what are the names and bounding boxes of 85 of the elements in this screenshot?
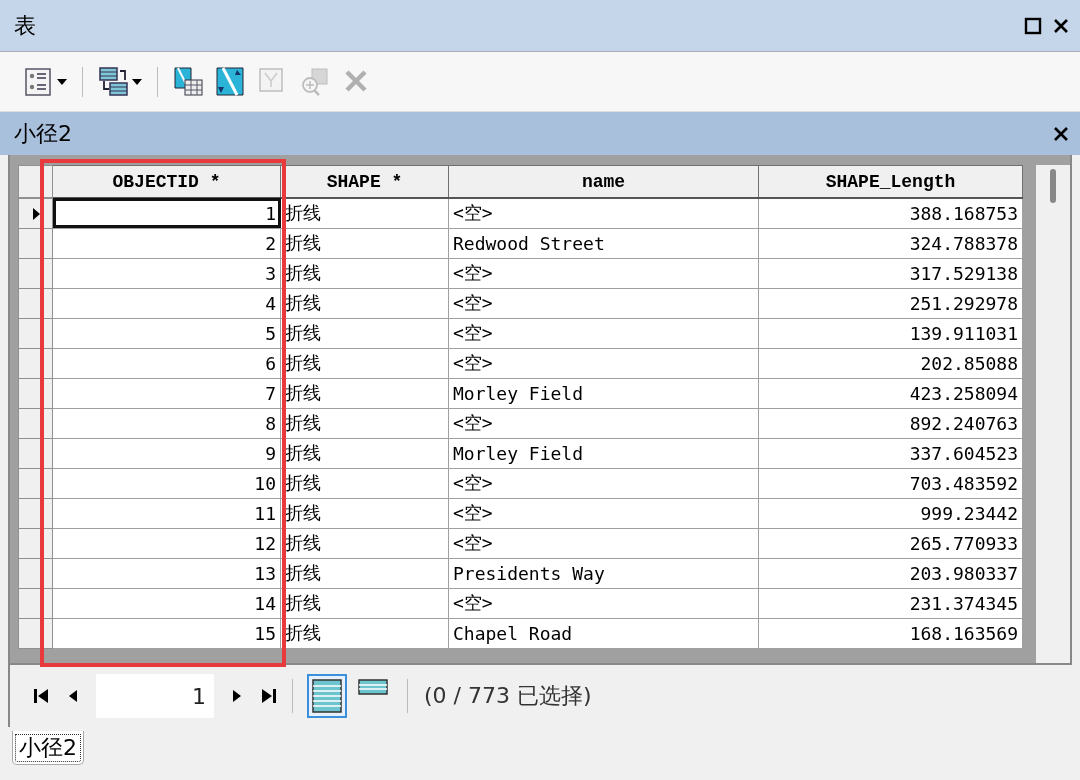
table-cell: 折线 bbox=[280, 408, 449, 438]
close-icon[interactable] bbox=[1052, 16, 1070, 35]
table-cell: 251.292978 bbox=[758, 288, 1023, 318]
table-cell: 4 bbox=[52, 288, 281, 318]
table-cell: 折线 bbox=[280, 228, 449, 258]
table-cell: 13 bbox=[52, 558, 281, 588]
table-cell: 3 bbox=[52, 258, 281, 288]
table-cell: 999.23442 bbox=[758, 498, 1023, 528]
column-header[interactable]: SHAPE_Length bbox=[758, 165, 1023, 198]
table-cell: <空> bbox=[448, 348, 759, 378]
table-cell: 折线 bbox=[280, 288, 449, 318]
table-cell: 8 bbox=[52, 408, 281, 438]
table-cell: 14 bbox=[52, 588, 281, 618]
table-cell: 折线 bbox=[280, 378, 449, 408]
table-cell: 139.911031 bbox=[758, 318, 1023, 348]
table-cell: 15 bbox=[52, 618, 281, 648]
table-cell: 231.374345 bbox=[758, 588, 1023, 618]
table-cell: 12 bbox=[52, 528, 281, 558]
table-cell: Chapel Road bbox=[448, 618, 759, 648]
table-title: 小径2 bbox=[14, 119, 73, 148]
table-cell: 337.604523 bbox=[758, 438, 1023, 468]
table-cell: 折线 bbox=[280, 558, 449, 588]
last-record-icon[interactable] bbox=[260, 687, 278, 705]
column-header[interactable]: name bbox=[448, 165, 759, 198]
caret-icon bbox=[132, 78, 142, 85]
maximize-icon[interactable] bbox=[1024, 16, 1042, 35]
table-cell: 202.85088 bbox=[758, 348, 1023, 378]
show-all-records-button[interactable] bbox=[307, 674, 347, 718]
table-cell: 7 bbox=[52, 378, 281, 408]
table-cell: Morley Field bbox=[448, 378, 759, 408]
table-cell: <空> bbox=[448, 468, 759, 498]
table-cell: 折线 bbox=[280, 348, 449, 378]
table-cell: 203.980337 bbox=[758, 558, 1023, 588]
table-cell: 317.529138 bbox=[758, 258, 1023, 288]
table-strip-icon bbox=[358, 679, 388, 695]
table-cell: <空> bbox=[448, 528, 759, 558]
table-cell: <空> bbox=[448, 498, 759, 528]
table-cell: Presidents Way bbox=[448, 558, 759, 588]
column-header[interactable]: SHAPE * bbox=[280, 165, 449, 198]
table-cell: 2 bbox=[52, 228, 281, 258]
first-record-icon[interactable] bbox=[32, 687, 50, 705]
table-cell: 折线 bbox=[280, 258, 449, 288]
table-cell: 10 bbox=[52, 468, 281, 498]
current-row-icon bbox=[33, 207, 41, 220]
table-cell: 折线 bbox=[280, 318, 449, 348]
map-table-icon bbox=[173, 66, 203, 97]
table-cell: 6 bbox=[52, 348, 281, 378]
table-cell: 11 bbox=[52, 498, 281, 528]
record-number-field[interactable]: 1 bbox=[96, 674, 214, 718]
table-cell: 折线 bbox=[280, 468, 449, 498]
table-cell: <空> bbox=[448, 288, 759, 318]
table-cell: 168.163569 bbox=[758, 618, 1023, 648]
table-rows-icon bbox=[312, 679, 342, 713]
table-cell: Redwood Street bbox=[448, 228, 759, 258]
table-cell: 折线 bbox=[280, 498, 449, 528]
table-cell: <空> bbox=[448, 198, 759, 228]
table-cell: 5 bbox=[52, 318, 281, 348]
column-header[interactable]: OBJECTID * bbox=[52, 165, 281, 198]
table-cell: 265.770933 bbox=[758, 528, 1023, 558]
table-cell: 折线 bbox=[280, 438, 449, 468]
table-cell: 892.240763 bbox=[758, 408, 1023, 438]
switch-selection-icon bbox=[215, 66, 245, 97]
table-options-icon bbox=[23, 66, 53, 97]
selection-status: (0 / 773 已选择) bbox=[424, 682, 592, 710]
table-cell: 折线 bbox=[280, 198, 449, 228]
table-cell: Morley Field bbox=[448, 438, 759, 468]
table-cell: <空> bbox=[448, 258, 759, 288]
table-cell: 折线 bbox=[280, 528, 449, 558]
table-cell: <空> bbox=[448, 588, 759, 618]
table-cell: 折线 bbox=[280, 588, 449, 618]
table-cell: 9 bbox=[52, 438, 281, 468]
table-cell: 388.168753 bbox=[758, 198, 1023, 228]
table-cell: 1 bbox=[52, 198, 281, 228]
table-cell: 703.483592 bbox=[758, 468, 1023, 498]
table-cell: <空> bbox=[448, 408, 759, 438]
window-title: 表 bbox=[14, 11, 37, 40]
table-cell: 324.788378 bbox=[758, 228, 1023, 258]
table-cell: 折线 bbox=[280, 618, 449, 648]
related-tables-icon bbox=[98, 66, 128, 97]
zoom-selected-icon bbox=[299, 66, 329, 97]
table-tab[interactable]: 小径2 bbox=[12, 731, 84, 765]
close-icon[interactable] bbox=[1052, 124, 1070, 143]
table-cell: 423.258094 bbox=[758, 378, 1023, 408]
caret-icon bbox=[57, 78, 67, 85]
table-cell: <空> bbox=[448, 318, 759, 348]
